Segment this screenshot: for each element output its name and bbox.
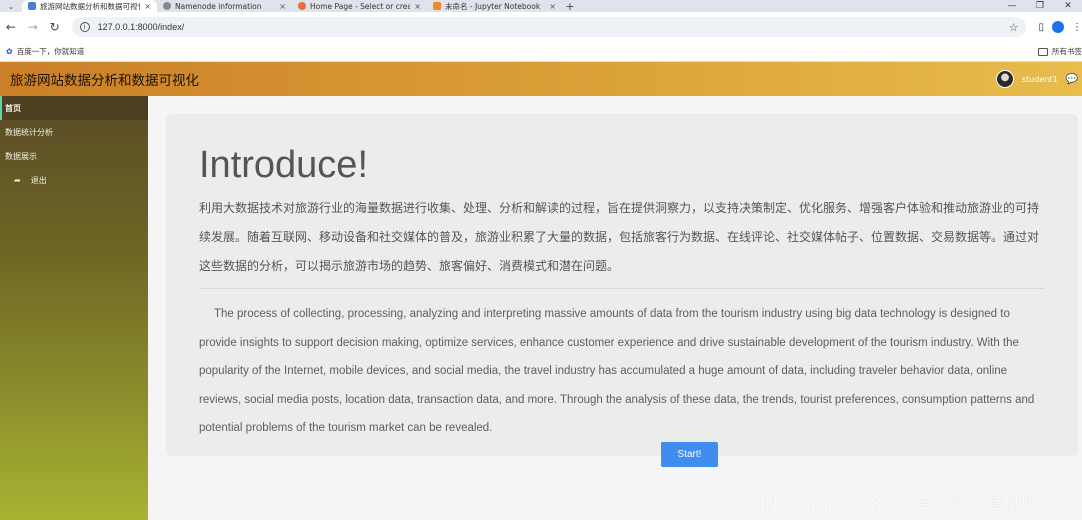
side-panel-icon[interactable]: ▯ — [1038, 22, 1044, 33]
close-tab-icon[interactable]: × — [144, 2, 151, 11]
sidebar-item-home[interactable]: 首页 — [0, 96, 148, 120]
minimize-icon[interactable]: — — [998, 0, 1026, 12]
folder-icon — [1038, 47, 1048, 56]
page-title: Introduce! — [199, 144, 368, 186]
close-tab-icon[interactable]: × — [549, 2, 556, 11]
globe-icon — [163, 2, 171, 10]
watermark: CSDN @laojin1234 （专业接计算机毕设） — [728, 495, 1072, 515]
sidebar-item-label: 首页 — [5, 103, 21, 113]
restore-icon[interactable]: ❐ — [1026, 0, 1054, 12]
sidebar-item-logout[interactable]: ➦ 退出 — [0, 168, 148, 192]
chat-icon[interactable]: 💬 — [1066, 74, 1078, 85]
sidebar: 首页 数据统计分析 数据展示 ➦ 退出 — [0, 96, 148, 520]
tab-label: 旅游网站数据分析和数据可视化 — [40, 1, 141, 11]
intro-paragraph-zh: 利用大数据技术对旅游行业的海量数据进行收集、处理、分析和解读的过程，旨在提供洞察… — [199, 201, 1040, 273]
back-icon[interactable]: ← — [0, 20, 22, 34]
browser-tab-4[interactable]: 未命名 - Jupyter Notebook × — [427, 0, 562, 12]
start-button[interactable]: Start! — [661, 442, 718, 467]
browser-tab-2[interactable]: Namenode information × — [157, 0, 292, 12]
bookmarks-bar: ✿ 百度一下，你就知道 所有书签 — [0, 42, 1082, 62]
browser-tab-strip: ⌄ 旅游网站数据分析和数据可视化 × Namenode information … — [0, 0, 1082, 13]
sidebar-item-label: 退出 — [30, 175, 47, 185]
sidebar-item-display[interactable]: 数据展示 — [0, 144, 148, 168]
all-bookmarks[interactable]: 所有书签 — [1052, 46, 1082, 57]
close-tab-icon[interactable]: × — [414, 2, 421, 11]
sidebar-item-label: 数据统计分析 — [5, 127, 53, 137]
avatar[interactable] — [995, 70, 1014, 88]
sidebar-item-label: 数据展示 — [5, 151, 37, 161]
intro-paragraph-en: The process of collecting, processing, a… — [199, 308, 1035, 435]
bookmark-star-icon[interactable]: ☆ — [1009, 21, 1019, 34]
user-name[interactable]: student1 — [1022, 75, 1058, 84]
menu-icon[interactable]: ⋮ — [1072, 22, 1082, 33]
site-info-icon[interactable]: i — [79, 22, 90, 32]
user-area[interactable]: student1 💬 — [995, 62, 1082, 96]
baidu-icon: ✿ — [6, 47, 13, 56]
close-tab-icon[interactable]: × — [279, 2, 286, 11]
tab-label: 未命名 - Jupyter Notebook — [445, 1, 541, 11]
divider — [199, 288, 1045, 289]
browser-tab-3[interactable]: Home Page - Select or create × — [292, 0, 427, 12]
browser-tab-1[interactable]: 旅游网站数据分析和数据可视化 × — [22, 0, 157, 12]
tab-label: Namenode information — [175, 1, 262, 11]
profile-icon[interactable] — [1051, 21, 1064, 33]
address-toolbar: ← → ↻ i 127.0.0.1:8000/index/ ☆ ▯ ⋮ — [0, 12, 1082, 42]
logout-icon: ➦ — [14, 175, 21, 185]
reload-icon[interactable]: ↻ — [44, 20, 66, 34]
app-title: 旅游网站数据分析和数据可视化 — [10, 73, 199, 89]
tab-label: Home Page - Select or create — [310, 1, 411, 11]
window-controls: — ❐ ✕ — [998, 0, 1082, 12]
sidebar-item-statistics[interactable]: 数据统计分析 — [0, 120, 148, 144]
url-text[interactable]: 127.0.0.1:8000/index/ — [98, 22, 1009, 32]
bookmark-baidu[interactable]: 百度一下，你就知道 — [17, 46, 85, 57]
tab-search-icon[interactable]: ⌄ — [0, 0, 22, 12]
new-tab-button[interactable]: + — [562, 0, 578, 13]
page-icon — [28, 2, 36, 10]
address-bar[interactable]: i 127.0.0.1:8000/index/ ☆ — [71, 17, 1027, 37]
jupyter-icon — [298, 2, 306, 10]
close-window-icon[interactable]: ✕ — [1054, 0, 1082, 12]
app-header: 旅游网站数据分析和数据可视化 student1 💬 — [0, 62, 1082, 96]
forward-icon[interactable]: → — [22, 20, 44, 34]
notebook-icon — [433, 2, 441, 10]
